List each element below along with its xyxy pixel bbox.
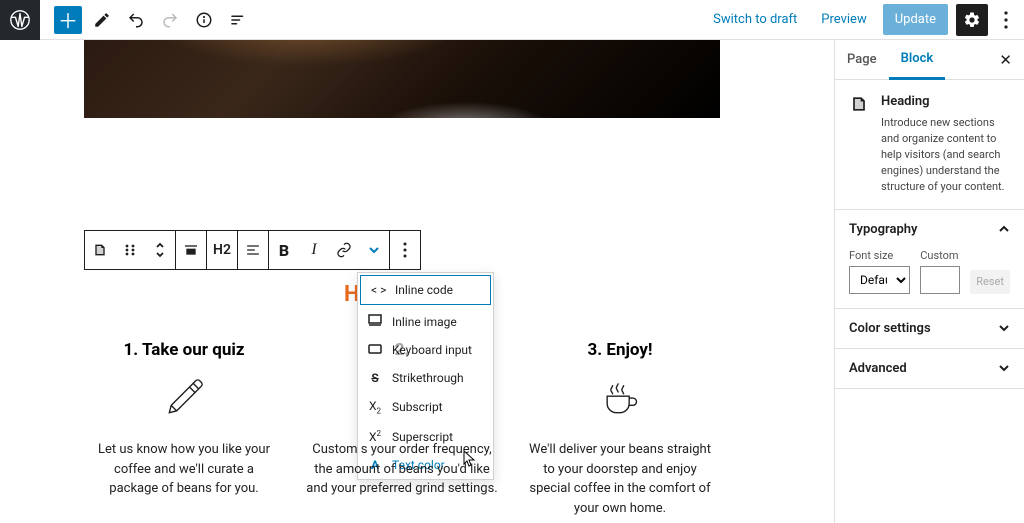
code-icon: < > <box>371 283 385 297</box>
info-icon[interactable] <box>190 6 218 34</box>
coffee-cup-icon <box>520 372 720 424</box>
font-size-label: Font size <box>849 249 910 262</box>
redo-icon <box>156 6 184 34</box>
chevron-up-icon <box>998 223 1010 235</box>
advanced-panel: Advanced <box>835 349 1024 389</box>
align-button[interactable] <box>176 231 206 269</box>
block-type-icon[interactable] <box>85 231 115 269</box>
column-body: We'll deliver your beans straight to you… <box>520 440 720 518</box>
close-sidebar-button[interactable]: ✕ <box>999 51 1024 69</box>
advanced-panel-head[interactable]: Advanced <box>835 349 1024 388</box>
block-more-options-button[interactable] <box>390 231 420 269</box>
typography-panel: Typography Font size Default Custom Rese… <box>835 210 1024 309</box>
dropdown-item-label: Inline code <box>395 283 453 297</box>
heading-block-icon <box>849 94 869 114</box>
column-icon-hidden <box>302 372 502 424</box>
add-block-button[interactable]: ＋ <box>54 6 82 34</box>
dropdown-inline-image[interactable]: Inline image <box>358 307 493 336</box>
heading-level-button[interactable]: H2 <box>207 231 237 269</box>
editor-canvas: H2 B I H <box>0 40 834 523</box>
sidebar-tabs: Page Block ✕ <box>835 40 1024 80</box>
link-button[interactable] <box>329 231 359 269</box>
tab-block[interactable]: Block <box>889 40 946 80</box>
chevron-down-icon <box>998 322 1010 334</box>
column-2[interactable]: 2. Custom s your order frequency, the am… <box>302 340 502 518</box>
pencil-icon <box>84 372 284 424</box>
block-desc-text: Introduce new sections and organize cont… <box>881 115 1010 195</box>
switch-to-draft-button[interactable]: Switch to draft <box>705 6 805 33</box>
column-title: 3. Enjoy! <box>520 340 720 360</box>
update-button[interactable]: Update <box>883 4 948 35</box>
text-align-button[interactable] <box>238 231 268 269</box>
font-size-select[interactable]: Default <box>849 266 910 294</box>
custom-label: Custom <box>920 249 960 262</box>
wordpress-logo[interactable] <box>0 0 40 40</box>
panel-title: Advanced <box>849 361 907 376</box>
column-body: Custom s your order frequency, the amoun… <box>302 440 502 499</box>
typography-panel-head[interactable]: Typography <box>835 210 1024 249</box>
settings-sidebar: Page Block ✕ Heading Introduce new secti… <box>834 40 1024 523</box>
settings-button[interactable] <box>956 4 988 36</box>
block-name: Heading <box>881 94 1010 109</box>
column-body: Let us know how you like your coffee and… <box>84 440 284 499</box>
move-up-down-icon[interactable] <box>145 231 175 269</box>
image-icon <box>368 314 382 329</box>
block-description: Heading Introduce new sections and organ… <box>835 80 1024 210</box>
more-formatting-button[interactable] <box>359 231 389 269</box>
column-title: 2. <box>302 340 502 360</box>
drag-handle-icon[interactable] <box>115 231 145 269</box>
chevron-down-icon <box>998 362 1010 374</box>
dropdown-inline-code[interactable]: < > Inline code <box>360 275 491 305</box>
color-settings-panel: Color settings <box>835 309 1024 349</box>
cover-image[interactable] <box>84 40 720 118</box>
panel-title: Typography <box>849 222 918 237</box>
reset-font-size-button[interactable]: Reset <box>970 270 1010 294</box>
columns-block: 1. Take our quiz Let us know how you lik… <box>84 340 720 518</box>
column-3[interactable]: 3. Enjoy! We'll deliver your beans strai… <box>520 340 720 518</box>
undo-icon[interactable] <box>122 6 150 34</box>
italic-button[interactable]: I <box>299 231 329 269</box>
more-options-button[interactable] <box>996 11 1016 29</box>
edit-icon[interactable] <box>88 6 116 34</box>
bold-button[interactable]: B <box>269 231 299 269</box>
preview-button[interactable]: Preview <box>813 6 874 33</box>
column-title: 1. Take our quiz <box>84 340 284 360</box>
dropdown-item-label: Inline image <box>392 315 457 329</box>
panel-title: Color settings <box>849 321 931 336</box>
outline-icon[interactable] <box>224 6 252 34</box>
block-toolbar: H2 B I <box>84 230 421 270</box>
custom-font-size-input[interactable] <box>920 266 960 294</box>
column-1[interactable]: 1. Take our quiz Let us know how you lik… <box>84 340 284 518</box>
color-settings-panel-head[interactable]: Color settings <box>835 309 1024 348</box>
tab-page[interactable]: Page <box>835 40 889 80</box>
editor-topbar: ＋ Switch to draft Preview Update <box>0 0 1024 40</box>
